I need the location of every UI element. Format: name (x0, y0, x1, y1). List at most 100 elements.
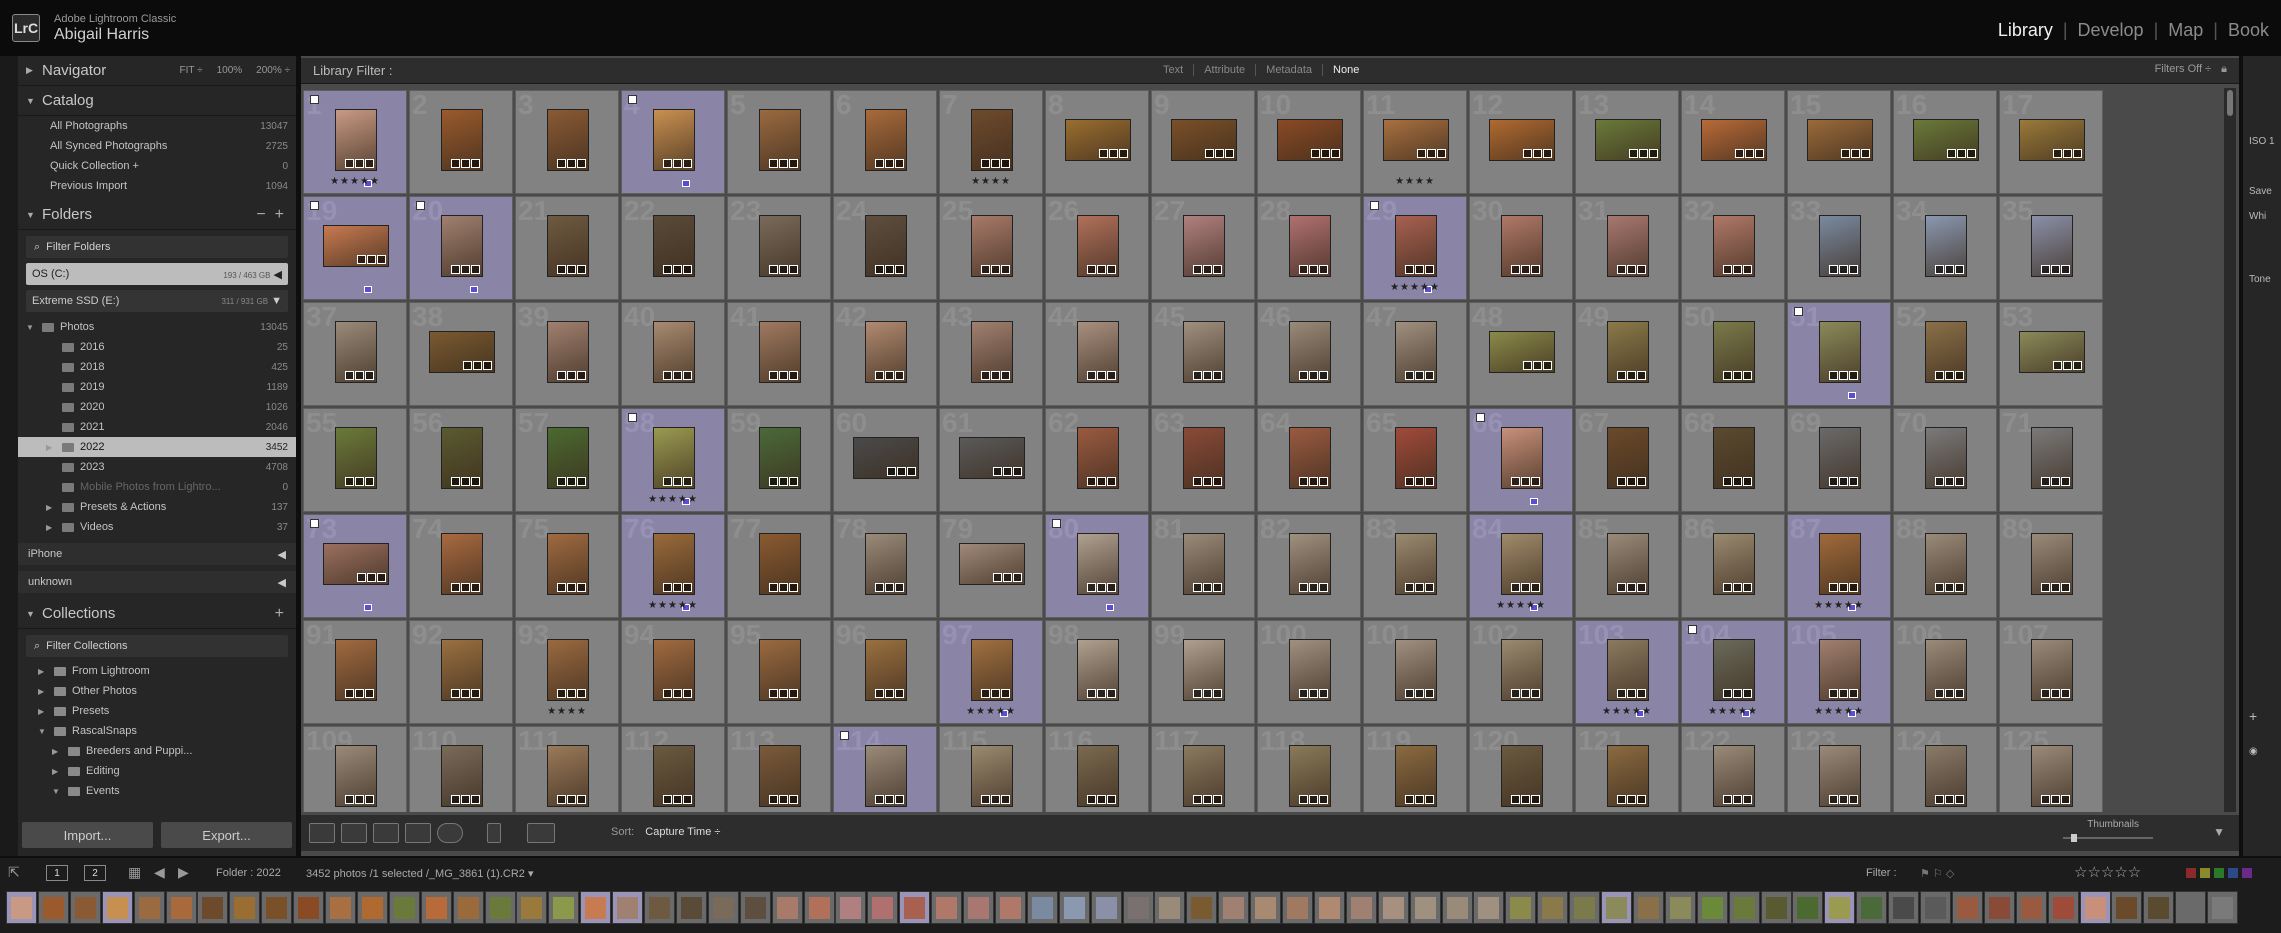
sync-badge-icon[interactable] (875, 371, 884, 380)
keyword-badge-icon[interactable] (673, 795, 682, 804)
photo-thumbnail[interactable] (1183, 745, 1225, 807)
keyword-badge-icon[interactable] (1627, 583, 1636, 592)
keyword-badge-icon[interactable] (1203, 371, 1212, 380)
grid-cell[interactable]: 110 (409, 725, 513, 812)
grid-cell[interactable]: 9 (1151, 89, 1255, 194)
grid-cell[interactable]: 70 (1893, 407, 1997, 512)
filmstrip-thumbnail[interactable] (1282, 891, 1313, 924)
photo-thumbnail[interactable] (1289, 745, 1331, 807)
star-rating[interactable]: ★★★★ (516, 706, 618, 717)
edit-badge-icon[interactable] (683, 159, 692, 168)
keyword-badge-icon[interactable] (2063, 361, 2072, 370)
photo-thumbnail[interactable] (1607, 533, 1649, 595)
grid-cell[interactable]: 56 (409, 407, 513, 512)
photo-thumbnail[interactable] (1713, 745, 1755, 807)
sync-badge-icon[interactable] (663, 265, 672, 274)
star-rating[interactable]: ★★★★★ (622, 494, 724, 505)
flag-icon[interactable] (310, 519, 319, 528)
photo-thumbnail[interactable] (1489, 119, 1555, 161)
photo-thumbnail[interactable] (547, 321, 589, 383)
keyword-badge-icon[interactable] (1733, 583, 1742, 592)
filmstrip-thumbnail[interactable] (1951, 891, 1983, 924)
collection-set[interactable]: ▼ Events (18, 781, 296, 801)
keyword-badge-icon[interactable] (1097, 265, 1106, 274)
filmstrip-thumbnail[interactable] (484, 891, 516, 924)
edit-badge-icon[interactable] (1955, 795, 1964, 804)
sync-badge-icon[interactable] (769, 371, 778, 380)
edit-badge-icon[interactable] (1225, 149, 1234, 158)
photo-thumbnail[interactable] (2019, 119, 2085, 161)
keyword-badge-icon[interactable] (567, 583, 576, 592)
filmstrip-thumbnail[interactable] (1122, 891, 1154, 924)
disclosure-triangle-icon[interactable]: ▶ (38, 667, 48, 676)
flag-icon[interactable] (1688, 625, 1697, 634)
star-rating[interactable]: ★★★★★ (304, 176, 406, 187)
sync-badge-icon[interactable] (1617, 795, 1626, 804)
photo-thumbnail[interactable] (865, 745, 907, 807)
edit-badge-icon[interactable] (365, 371, 374, 380)
edit-badge-icon[interactable] (1849, 583, 1858, 592)
keyword-badge-icon[interactable] (673, 477, 682, 486)
slider-handle[interactable] (2071, 834, 2077, 842)
filmstrip-thumbnail[interactable] (2111, 891, 2143, 924)
photo-thumbnail[interactable] (1501, 533, 1543, 595)
device-unknown[interactable]: unknown ◀ (18, 571, 296, 593)
device-iphone[interactable]: iPhone ◀ (18, 543, 296, 565)
edit-badge-icon[interactable] (1531, 689, 1540, 698)
keyword-badge-icon[interactable] (2063, 149, 2072, 158)
photo-thumbnail[interactable] (1925, 745, 1967, 807)
photo-thumbnail[interactable] (653, 533, 695, 595)
edit-badge-icon[interactable] (683, 689, 692, 698)
sync-badge-icon[interactable] (345, 371, 354, 380)
keyword-badge-icon[interactable] (1309, 265, 1318, 274)
edit-badge-icon[interactable] (471, 689, 480, 698)
photo-thumbnail[interactable] (1277, 119, 1343, 161)
edit-badge-icon[interactable] (2061, 795, 2070, 804)
keyword-badge-icon[interactable] (355, 371, 364, 380)
keyword-badge-icon[interactable] (2051, 689, 2060, 698)
edit-badge-icon[interactable] (1955, 265, 1964, 274)
filmstrip-thumbnail[interactable] (293, 891, 325, 924)
keyword-badge-icon[interactable] (567, 795, 576, 804)
grid-cell[interactable]: 104 ★★★★★ (1681, 619, 1785, 724)
photo-thumbnail[interactable] (1713, 639, 1755, 701)
star-rating[interactable]: ★★★★★ (1788, 706, 1890, 717)
color-filter-blue[interactable] (2228, 868, 2238, 878)
grid-cell[interactable]: 48 (1469, 301, 1573, 406)
keyword-badge-icon[interactable] (1733, 265, 1742, 274)
keyword-badge-icon[interactable] (1839, 689, 1848, 698)
filmstrip-thumbnail[interactable] (1983, 891, 2015, 924)
grid-cell[interactable]: 12 (1469, 89, 1573, 194)
photo-thumbnail[interactable] (1819, 745, 1861, 807)
keyword-badge-icon[interactable] (567, 159, 576, 168)
edit-badge-icon[interactable] (1637, 795, 1646, 804)
filmstrip-thumbnail[interactable] (1856, 891, 1888, 924)
sync-badge-icon[interactable] (1723, 477, 1732, 486)
filmstrip-thumbnail[interactable] (6, 891, 37, 924)
left-panel-gutter[interactable] (0, 56, 18, 856)
grid-cell[interactable]: 111 (515, 725, 619, 812)
filmstrip-thumbnail[interactable] (356, 891, 388, 924)
window-2-button[interactable]: 2 (84, 865, 106, 881)
collection-set[interactable]: ▶ Presets (18, 701, 296, 721)
filmstrip-thumbnail[interactable] (994, 891, 1026, 924)
photo-thumbnail[interactable] (1607, 427, 1649, 489)
add-collection-icon[interactable]: + (275, 605, 284, 623)
keyword-badge-icon[interactable] (1945, 265, 1954, 274)
sync-badge-icon[interactable] (875, 583, 884, 592)
edit-badge-icon[interactable] (377, 255, 386, 264)
edit-badge-icon[interactable] (1743, 795, 1752, 804)
edit-badge-icon[interactable] (1319, 477, 1328, 486)
grid-cell[interactable]: 3 (515, 89, 619, 194)
grid-cell[interactable]: 112 (621, 725, 725, 812)
keyword-badge-icon[interactable] (1733, 795, 1742, 804)
keyword-badge-icon[interactable] (1945, 583, 1954, 592)
keyword-badge-icon[interactable] (1203, 477, 1212, 486)
sync-badge-icon[interactable] (345, 795, 354, 804)
keyword-badge-icon[interactable] (1203, 689, 1212, 698)
keyword-badge-icon[interactable] (1415, 583, 1424, 592)
sync-badge-icon[interactable] (1299, 477, 1308, 486)
edit-badge-icon[interactable] (1001, 371, 1010, 380)
edit-badge-icon[interactable] (1425, 583, 1434, 592)
sync-badge-icon[interactable] (1087, 583, 1096, 592)
